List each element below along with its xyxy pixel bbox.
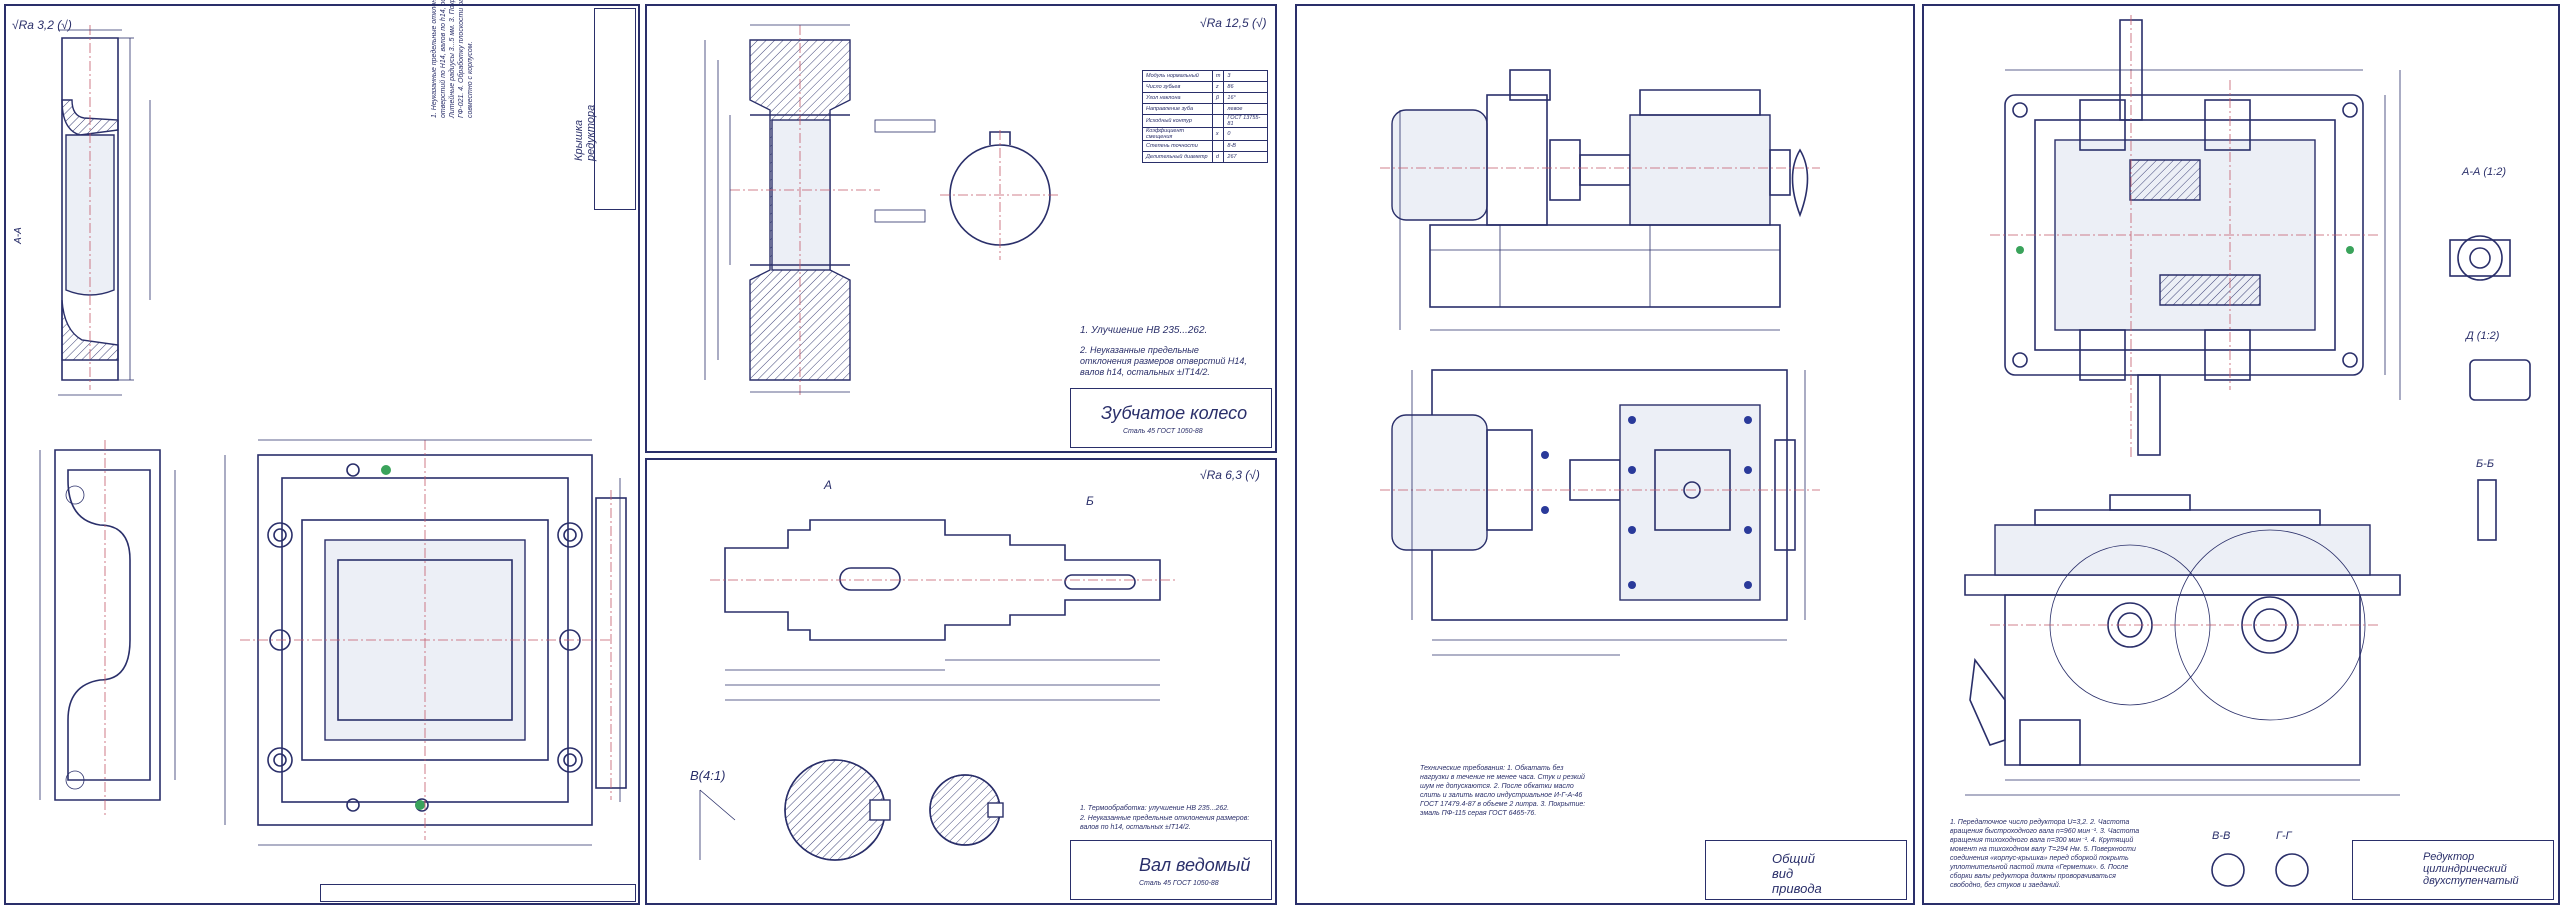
view-d: Д (1:2): [2466, 330, 2500, 342]
title-reducer: Редуктор цилиндрический двухступенчатый: [2423, 851, 2519, 887]
reducer-notes: 1. Передаточное число редуктора U=3,2. 2…: [1950, 819, 2140, 889]
view-g-g: Г-Г: [2276, 830, 2292, 842]
view-a-a: А-А (1:2): [2462, 166, 2507, 178]
title-block-reducer: Редуктор цилиндрический двухступенчатый: [2352, 840, 2554, 900]
reducer-assembly-drawing: [1964, 15, 2531, 887]
drawing-canvas: √Ra 3,2 (√) А-А 1. Неуказанные предельны…: [0, 0, 2560, 907]
view-b-b: Б-Б: [2476, 458, 2494, 470]
view-v-v: В-В: [2212, 830, 2231, 842]
